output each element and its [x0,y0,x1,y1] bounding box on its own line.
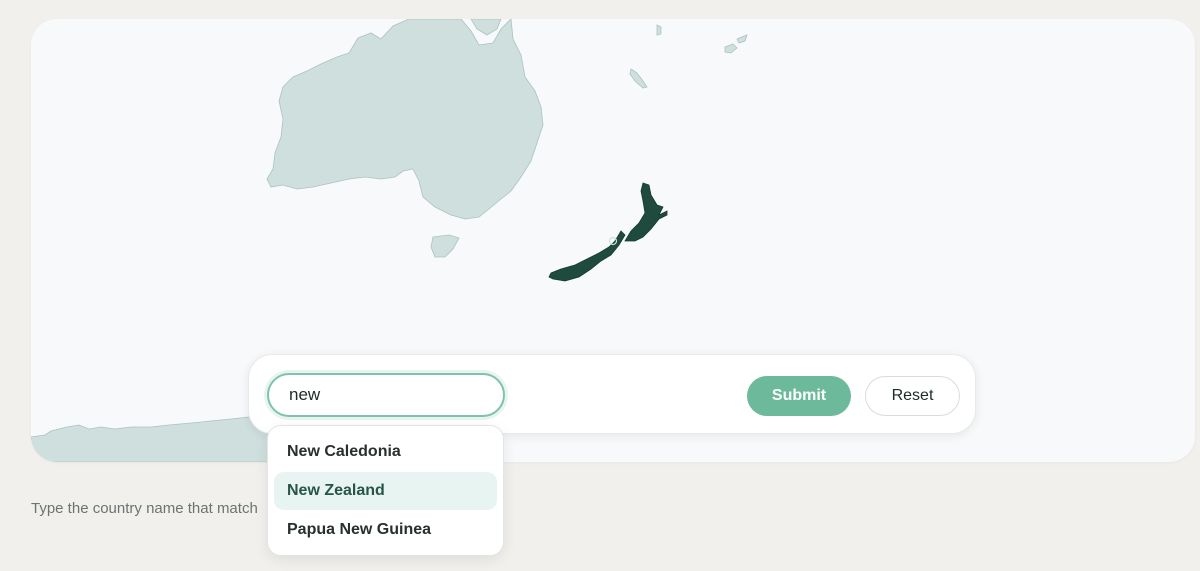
suggestion-new-caledonia[interactable]: New Caledonia [274,433,497,471]
new-zealand-north-island [624,182,668,242]
suggestion-new-zealand[interactable]: New Zealand [274,472,497,510]
fiji-island-1 [724,43,738,54]
antarctica-landmass [31,412,272,462]
instruction-text: Type the country name that match [31,500,258,517]
australia-landmass [266,19,544,220]
page: Submit Reset New Caledonia New Zealand P… [0,0,1200,571]
suggestion-dropdown: New Caledonia New Zealand Papua New Guin… [267,425,504,556]
fiji-island-2 [736,34,748,44]
suggestion-papua-new-guinea[interactable]: Papua New Guinea [274,511,497,549]
vanuatu-island [656,24,662,36]
papua-landmass [470,19,502,36]
new-caledonia-landmass [629,68,648,89]
guess-controls: Submit Reset [248,354,976,434]
reset-button[interactable]: Reset [865,376,960,416]
country-search-input[interactable] [267,373,505,417]
new-zealand-south-island [548,230,626,282]
tasmania-landmass [430,234,460,258]
submit-button[interactable]: Submit [747,376,851,416]
